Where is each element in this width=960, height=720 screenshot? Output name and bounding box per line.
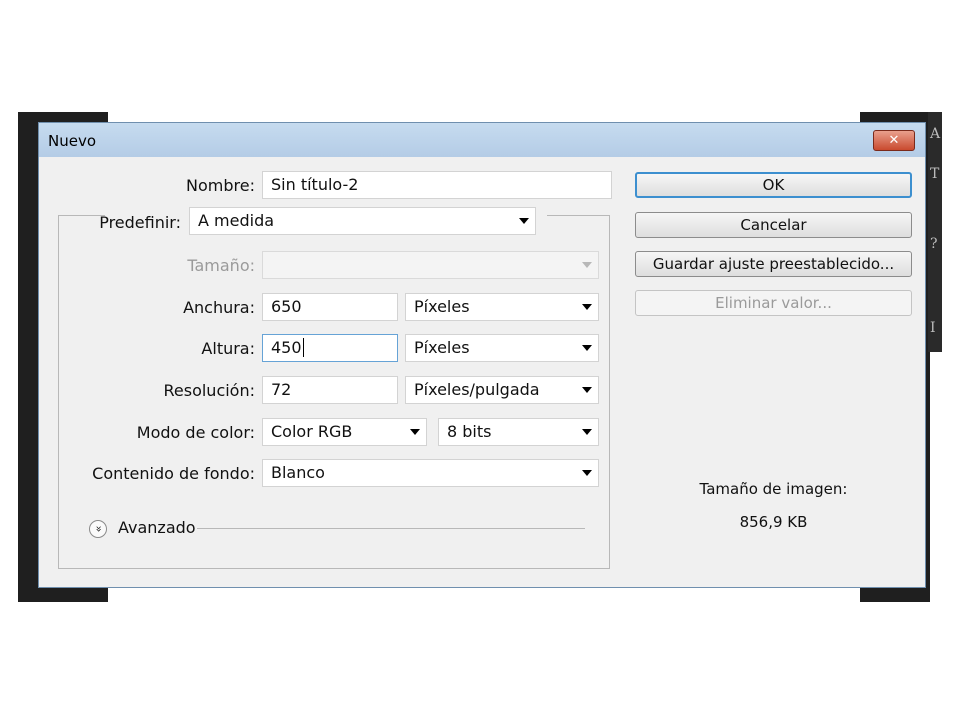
chevron-down-icon bbox=[582, 262, 592, 268]
bit-depth-select[interactable]: 8 bits bbox=[438, 418, 599, 446]
image-size-value: 856,9 KB bbox=[739, 513, 808, 531]
ok-button[interactable]: OK bbox=[635, 172, 912, 198]
dialog-title: Nuevo bbox=[48, 132, 97, 150]
advanced-label[interactable]: Avanzado bbox=[118, 518, 196, 537]
image-size-label: Tamaño de imagen: bbox=[699, 480, 848, 498]
preset-select[interactable]: A medida bbox=[189, 207, 536, 235]
resolution-value: 72 bbox=[271, 380, 292, 399]
resolution-unit-value: Píxeles/pulgada bbox=[414, 380, 540, 399]
width-unit-value: Píxeles bbox=[414, 297, 470, 316]
dialog-titlebar[interactable]: Nuevo ✕ bbox=[39, 123, 925, 157]
delete-preset-button[interactable]: Eliminar valor... bbox=[635, 290, 912, 316]
width-unit-select[interactable]: Píxeles bbox=[405, 293, 599, 321]
bit-depth-value: 8 bits bbox=[447, 422, 492, 441]
background-value: Blanco bbox=[271, 463, 325, 482]
name-input[interactable]: Sin título-2 bbox=[262, 171, 612, 199]
height-unit-value: Píxeles bbox=[414, 338, 470, 357]
color-mode-value: Color RGB bbox=[271, 422, 353, 441]
app-tool-glyph: ? bbox=[930, 236, 938, 252]
advanced-divider bbox=[197, 528, 585, 529]
size-select[interactable] bbox=[262, 251, 599, 279]
chevron-down-icon bbox=[582, 429, 592, 435]
height-input[interactable]: 450 bbox=[262, 334, 398, 362]
chevron-down-icon bbox=[519, 218, 529, 224]
width-input[interactable]: 650 bbox=[262, 293, 398, 321]
resolution-input[interactable]: 72 bbox=[262, 376, 398, 404]
expand-advanced-icon[interactable]: » bbox=[89, 520, 107, 538]
color-mode-label: Modo de color: bbox=[136, 423, 255, 442]
save-preset-button[interactable]: Guardar ajuste preestablecido... bbox=[635, 251, 912, 277]
close-icon: ✕ bbox=[888, 133, 900, 148]
background-select[interactable]: Blanco bbox=[262, 459, 599, 487]
height-value: 450 bbox=[271, 338, 304, 357]
close-button[interactable]: ✕ bbox=[873, 130, 915, 151]
height-unit-select[interactable]: Píxeles bbox=[405, 334, 599, 362]
preset-value: A medida bbox=[198, 211, 275, 230]
width-label: Anchura: bbox=[183, 298, 255, 317]
resolution-label: Resolución: bbox=[163, 381, 255, 400]
cancel-button[interactable]: Cancelar bbox=[635, 212, 912, 238]
chevron-down-icon bbox=[582, 470, 592, 476]
app-tool-glyph: T bbox=[930, 166, 940, 182]
app-tool-glyph: A bbox=[930, 126, 941, 142]
name-label: Nombre: bbox=[186, 176, 255, 195]
chevron-down-icon bbox=[582, 345, 592, 351]
color-mode-select[interactable]: Color RGB bbox=[262, 418, 427, 446]
background-label: Contenido de fondo: bbox=[92, 464, 255, 483]
height-label: Altura: bbox=[201, 339, 255, 358]
chevron-down-icon bbox=[582, 304, 592, 310]
double-chevron-glyph: » bbox=[91, 525, 105, 533]
name-value: Sin título-2 bbox=[271, 175, 359, 194]
width-value: 650 bbox=[271, 297, 302, 316]
chevron-down-icon bbox=[582, 387, 592, 393]
chevron-down-icon bbox=[410, 429, 420, 435]
new-document-dialog: Nuevo ✕ Nombre: Sin título-2 Predefinir:… bbox=[38, 122, 926, 588]
preset-label: Predefinir: bbox=[99, 213, 181, 232]
size-label: Tamaño: bbox=[187, 256, 255, 275]
app-tool-strip bbox=[928, 112, 942, 352]
resolution-unit-select[interactable]: Píxeles/pulgada bbox=[405, 376, 599, 404]
app-tool-glyph: I bbox=[930, 320, 936, 336]
